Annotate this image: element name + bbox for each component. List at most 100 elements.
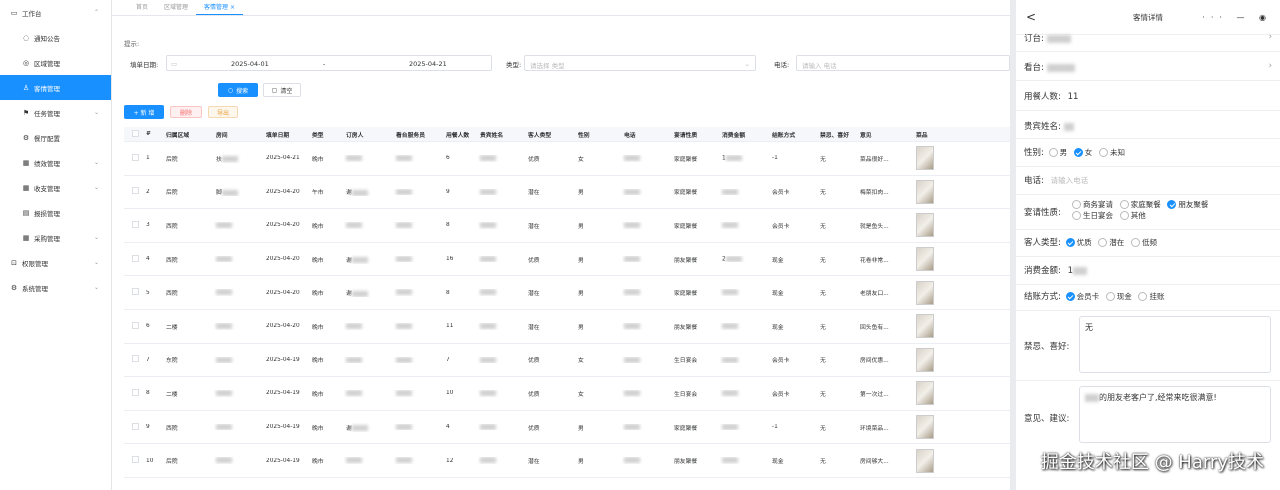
nature-radio-family[interactable] [1119, 200, 1129, 209]
dish-thumbnail[interactable] [916, 314, 934, 339]
cell-text: 无 [820, 190, 826, 197]
table-row[interactable]: 10 后院 2025-04-19 晚市 12 潜在 男 朋友聚餐 现金 无 房间够大... [124, 444, 1010, 478]
sidebar-item[interactable]: ▦ 绩效管理 ⌄ [0, 150, 111, 175]
cell-text: 3 [146, 222, 150, 229]
table-cell: 潜在 [526, 221, 576, 230]
table-row[interactable]: 1 后院扶 2025-04-21 晚市 6 优质女家庭聚餐 1 -1 无菜品很好... [124, 142, 1010, 176]
nature-radio-birthday[interactable] [1072, 211, 1081, 220]
row-checkbox[interactable] [132, 153, 139, 161]
tab[interactable]: 区域管理 [156, 1, 196, 15]
tab[interactable]: 首页 [128, 1, 156, 15]
table-cell: 男 [576, 322, 622, 331]
row-checkbox[interactable] [132, 321, 139, 329]
sidebar-item[interactable]: ⚑ 任务管理 ⌄ [0, 100, 111, 125]
dish-thumbnail[interactable] [916, 146, 934, 171]
delete-button[interactable]: 删除 [170, 106, 202, 118]
select-all-checkbox[interactable] [132, 129, 139, 137]
redacted-value [725, 255, 742, 262]
sidebar-item[interactable]: ▦ 收支管理 ⌄ [0, 175, 111, 200]
clear-button[interactable]: ▢ 清空 [263, 83, 301, 97]
phone-input-panel[interactable]: 请输入电话 [1051, 176, 1089, 185]
table-cell [124, 456, 144, 465]
table-row[interactable]: 8 二楼 2025-04-19 晚市 10 优质 女 生日宴会 会员卡 无 第一次过... [124, 377, 1010, 411]
tab[interactable]: 客情管理 × [196, 1, 243, 15]
table-cell [344, 323, 394, 330]
nature-radio-other[interactable] [1119, 211, 1129, 220]
row-checkbox[interactable] [132, 422, 139, 430]
pay-radio-cash[interactable] [1105, 292, 1115, 301]
table-row[interactable]: 5 西院 2025-04-20 晚市 谢 8 潜在 男 家庭聚餐 现金 无 老朋友口... [124, 276, 1010, 310]
phone-input[interactable]: 请输入 电话 [796, 55, 1010, 71]
nature-radio-business[interactable] [1072, 200, 1081, 209]
search-button[interactable]: ○ 搜索 [218, 83, 258, 97]
row-checkbox[interactable] [132, 220, 139, 228]
cell-text: 家庭聚餐 [674, 425, 698, 432]
back-icon[interactable]: < [1026, 10, 1036, 24]
sidebar-item[interactable]: ♙ 客情管理 [0, 75, 111, 100]
sidebar-item[interactable]: ▤ 报损管理 [0, 200, 111, 225]
nature-radio-friends[interactable] [1167, 200, 1177, 209]
amount-row[interactable]: 消费金额: 1 [1024, 264, 1272, 276]
table-row[interactable]: 2 后院 脚 2025-04-20 午市 谢 9 潜在 男 家庭聚餐 会员卡 无 梅菜扣肉... [124, 176, 1010, 210]
guest-row[interactable]: 贵宾姓名: [1024, 120, 1272, 132]
row-checkbox[interactable] [132, 355, 139, 363]
add-button[interactable]: + 新 增 [124, 105, 164, 119]
sidebar-item[interactable]: ◎ 区域管理 [0, 50, 111, 75]
pay-radio-credit[interactable] [1138, 292, 1148, 301]
dish-thumbnail[interactable] [916, 415, 934, 440]
gender-radio-unknown[interactable] [1098, 148, 1108, 157]
sidebar-item[interactable]: ▦ 采购管理 ⌄ [0, 225, 111, 250]
row-checkbox[interactable] [132, 187, 139, 195]
cell-text: 2025-04-21 [266, 155, 300, 162]
gender-radio-male[interactable] [1048, 148, 1058, 157]
taboo-textarea[interactable]: 无 [1079, 316, 1271, 373]
cell-text: 房间够大... [860, 459, 889, 466]
room-row[interactable]: 订台: › [1024, 32, 1272, 44]
table-cell [214, 356, 264, 364]
export-button[interactable]: 导出 [208, 106, 238, 118]
redacted-value [480, 289, 496, 296]
stand-row[interactable]: 看台: › [1024, 61, 1272, 73]
redacted-value [722, 188, 738, 195]
table-row[interactable]: 6 二楼 2025-04-20 晚市 11 潜在 男 朋友聚餐 现金 无 回头鱼有... [124, 310, 1010, 344]
cell-text: 潜在 [528, 190, 540, 197]
dish-thumbnail[interactable] [916, 247, 934, 272]
row-checkbox[interactable] [132, 388, 139, 396]
sidebar-item[interactable]: ⚙ 餐厅配置 [0, 125, 111, 150]
dish-thumbnail[interactable] [916, 448, 934, 473]
sidebar-item[interactable]: ⚙ 系统管理 ⌄ [0, 275, 111, 300]
date-range-picker[interactable]: ▭ 2025-04-01 - 2025-04-21 [166, 55, 492, 71]
type-select[interactable]: 请选择 类型 ⌄ [524, 55, 756, 71]
dish-thumbnail[interactable] [916, 213, 934, 238]
sidebar-item-label: 工作台 [22, 9, 42, 18]
more-icon[interactable]: ··· — ◉ [1202, 13, 1272, 22]
sidebar-item[interactable]: ⊡ 权限管理 ⌄ [0, 250, 111, 275]
dish-thumbnail[interactable] [916, 381, 934, 406]
sidebar-item[interactable]: ▭ 工作台 ⌃ [0, 0, 111, 25]
row-checkbox[interactable] [132, 288, 139, 296]
opinion-textarea[interactable]: 的朋友老客户了,经常来吃很满意! [1079, 386, 1271, 443]
table-row[interactable]: 7 东院 2025-04-19 晚市 7 优质 女 生日宴会 会员卡 无 房间优惠... [124, 344, 1010, 378]
row-checkbox[interactable] [132, 254, 139, 262]
row-checkbox[interactable] [132, 456, 139, 464]
dish-thumbnail[interactable] [916, 179, 934, 204]
table-row[interactable]: 3 西院 2025-04-20 晚市 8 潜在 男 家庭聚餐 会员卡 无 就是鱼头... [124, 209, 1010, 243]
cell-text: 无 [820, 257, 826, 264]
dish-thumbnail[interactable] [916, 347, 934, 372]
sidebar-item[interactable]: ◌ 通知公告 [0, 25, 111, 50]
cell-text: 优质 [528, 156, 540, 163]
table-row[interactable]: 4 西院 2025-04-20 晚市 谢 16 优质 男 朋友聚餐 2 现金 无 花卷非常... [124, 243, 1010, 277]
cell-text: 2025-04-20 [266, 188, 300, 195]
gear-icon: ⚙ [10, 283, 18, 292]
pay-radio-card[interactable] [1065, 292, 1075, 301]
ctype-radio-quality[interactable] [1065, 238, 1075, 247]
gender-radio-female[interactable] [1073, 148, 1083, 157]
dish-thumbnail[interactable] [916, 280, 934, 305]
table-row[interactable]: 9 西院 2025-04-19 晚市 谢 4 优质 男 家庭聚餐 -1 无 环境菜品... [124, 411, 1010, 445]
table-cell [124, 153, 144, 163]
date-label: 填单日期: [130, 61, 159, 69]
chevron-down-icon: ⌄ [744, 60, 750, 68]
ctype-radio-low[interactable] [1130, 238, 1140, 247]
sidebar-item-label: 权限管理 [22, 259, 48, 268]
ctype-radio-potential[interactable] [1098, 238, 1108, 247]
